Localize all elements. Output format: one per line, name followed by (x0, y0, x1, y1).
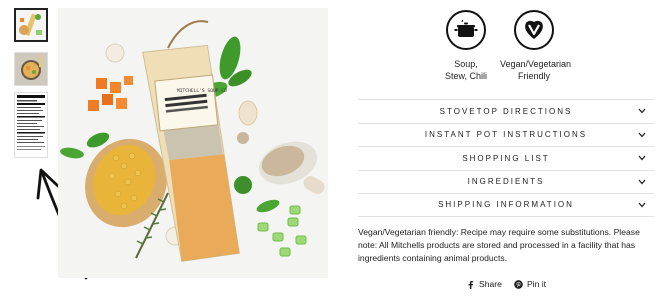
pinterest-icon (514, 279, 523, 289)
product-accordion: STOVETOP DIRECTIONS INSTANT POT INSTRUCT… (358, 99, 654, 217)
main-product-image[interactable]: MITCHELL'S SOUP CO (58, 8, 328, 278)
accordion-instant-pot-instructions[interactable]: INSTANT POT INSTRUCTIONS (358, 122, 654, 147)
feature-badges: Soup, Stew, Chili Vegan/Vegetarian Frien… (432, 10, 582, 90)
badge-soup-stew-chili: Soup, Stew, Chili (432, 10, 500, 82)
facebook-icon (468, 280, 474, 289)
share-label: Share (479, 279, 502, 289)
chevron-down-icon (638, 155, 646, 161)
product-note: Vegan/Vegetarian friendly: Recipe may re… (358, 227, 640, 263)
accordion-shopping-list[interactable]: SHOPPING LIST (358, 146, 654, 170)
badge-soup-label: Soup, Stew, Chili (444, 59, 488, 81)
accordion-label: SHIPPING INFORMATION (438, 200, 574, 210)
badge-vegan-label: Vegan/Vegetarian Friendly (500, 59, 572, 81)
product-photo: MITCHELL'S SOUP CO (58, 8, 328, 278)
chevron-down-icon (638, 132, 646, 137)
accordion-stovetop-directions[interactable]: STOVETOP DIRECTIONS (358, 99, 654, 123)
share-facebook-link[interactable]: Share (466, 279, 502, 289)
vegan-v-heart-icon (514, 10, 554, 50)
pinterest-pin-link[interactable]: Pin it (514, 279, 546, 289)
thumbnail-3-image (15, 93, 47, 157)
thumbnail-1[interactable] (14, 8, 48, 42)
pin-label: Pin it (526, 279, 547, 289)
thumbnail-3-nutrition-label[interactable] (14, 92, 48, 158)
chevron-down-icon (638, 202, 646, 208)
thumbnail-2[interactable] (14, 52, 48, 86)
badge-vegan-vegetarian: Vegan/Vegetarian Friendly (500, 10, 572, 82)
accordion-label: SHOPPING LIST (462, 153, 550, 163)
share-links: Share Pin it (466, 279, 546, 289)
pot-icon (446, 10, 486, 50)
chevron-down-icon (638, 179, 646, 184)
package-brand: MITCHELL'S SOUP CO (177, 88, 227, 94)
chevron-down-icon (638, 108, 646, 114)
accordion-ingredients[interactable]: INGREDIENTS (358, 169, 654, 194)
accordion-label: STOVETOP DIRECTIONS (439, 106, 573, 116)
thumbnail-1-image (16, 10, 46, 40)
accordion-label: INSTANT POT INSTRUCTIONS (424, 130, 588, 140)
thumbnail-2-image (15, 53, 47, 85)
accordion-label: INGREDIENTS (467, 177, 545, 187)
accordion-shipping-information[interactable]: SHIPPING INFORMATION (358, 193, 654, 217)
